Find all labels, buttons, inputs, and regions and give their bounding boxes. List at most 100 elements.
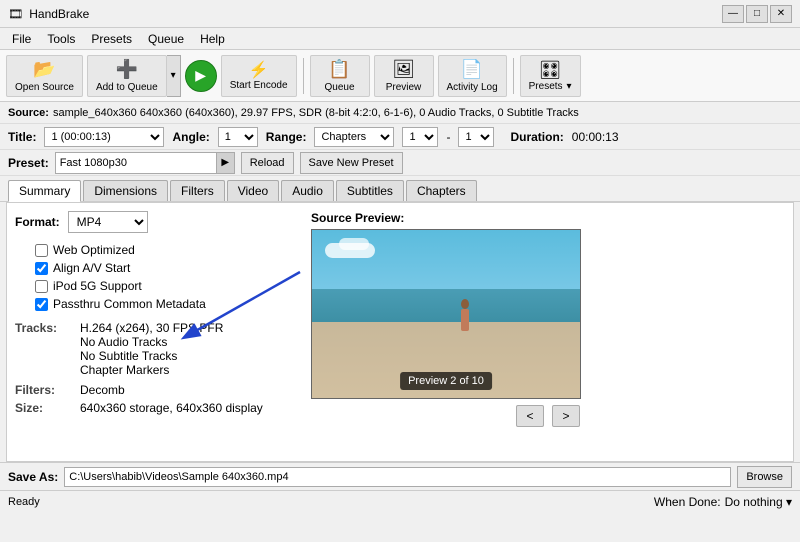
source-info-bar: Source: sample_640x360 640x360 (640x360)… (0, 102, 800, 124)
angle-select[interactable]: 1 (218, 127, 258, 147)
presets-icon: 🎛 (539, 60, 562, 81)
info-section: Tracks: H.264 (x264), 30 FPS PFR No Audi… (15, 321, 295, 415)
range-separator: - (446, 130, 450, 144)
presets-button[interactable]: 🎛 Presets ▾ (520, 55, 581, 97)
menu-queue[interactable]: Queue (140, 30, 192, 48)
app-title: HandBrake (29, 7, 89, 21)
when-done-label: When Done: (654, 495, 721, 509)
preview-nav: < > (311, 405, 785, 427)
tracks-values: H.264 (x264), 30 FPS PFR No Audio Tracks… (80, 321, 223, 377)
tabs-bar: Summary Dimensions Filters Video Audio S… (0, 176, 800, 202)
range-to-select[interactable]: 1 (458, 127, 494, 147)
meta-row: Title: 1 (00:00:13) Angle: 1 Range: Chap… (0, 124, 800, 150)
duration-value: 00:00:13 (572, 130, 619, 144)
checkbox-group: Web Optimized Align A/V Start iPod 5G Su… (35, 243, 295, 311)
right-panel: Source Preview: Preview 2 of 10 < (311, 211, 785, 453)
open-source-button[interactable]: 📂 Open Source (6, 55, 83, 97)
saveas-bar: Save As: Browse (0, 462, 800, 490)
align-av-checkbox[interactable] (35, 262, 48, 275)
start-encode-icon: ⚡ (249, 60, 269, 80)
title-select[interactable]: 1 (00:00:13) (44, 127, 164, 147)
status-bar: Ready When Done: Do nothing ▾ (0, 490, 800, 512)
tab-chapters[interactable]: Chapters (406, 180, 477, 201)
app-icon: 🎞 (8, 7, 23, 21)
tab-dimensions[interactable]: Dimensions (83, 180, 168, 201)
saveas-input[interactable] (64, 467, 731, 487)
title-bar: 🎞 HandBrake — □ ✕ (0, 0, 800, 28)
save-new-preset-button[interactable]: Save New Preset (300, 152, 403, 174)
menu-tools[interactable]: Tools (39, 30, 83, 48)
tab-audio[interactable]: Audio (281, 180, 334, 201)
left-panel: Format: MP4MKVWebM Web Optimized Align A… (15, 211, 295, 453)
range-from-select[interactable]: 1 (402, 127, 438, 147)
when-done-section: When Done: Do nothing ▾ (654, 495, 792, 509)
filters-value: Decomb (80, 383, 125, 397)
preview-container: Preview 2 of 10 (311, 229, 581, 399)
open-source-label: Open Source (15, 82, 74, 93)
status-text: Ready (8, 496, 40, 508)
checkbox-passthru: Passthru Common Metadata (35, 297, 295, 311)
format-row: Format: MP4MKVWebM (15, 211, 295, 233)
ipod-checkbox[interactable] (35, 280, 48, 293)
source-label: Source: (8, 107, 49, 119)
preview-button[interactable]: 🖼 Preview (374, 55, 434, 97)
add-queue-label: Add to Queue (96, 82, 158, 93)
checkbox-align-av: Align A/V Start (35, 261, 295, 275)
menu-file[interactable]: File (4, 30, 39, 48)
queue-button[interactable]: 📋 Queue (310, 55, 370, 97)
web-optimized-checkbox[interactable] (35, 244, 48, 257)
menu-bar: File Tools Presets Queue Help (0, 28, 800, 50)
queue-icon: 📋 (328, 59, 350, 80)
size-value: 640x360 storage, 640x360 display (80, 401, 263, 415)
preset-row: Preset: Fast 1080p30 ▶ Reload Save New P… (0, 150, 800, 176)
main-content: Format: MP4MKVWebM Web Optimized Align A… (6, 202, 794, 462)
activity-log-label: Activity Log (447, 82, 498, 93)
presets-label: Presets (529, 81, 563, 92)
passthru-checkbox[interactable] (35, 298, 48, 311)
maximize-button[interactable]: □ (746, 5, 768, 23)
preset-arrow-button[interactable]: ▶ (216, 153, 234, 173)
saveas-label: Save As: (8, 470, 58, 484)
size-label: Size: (15, 401, 80, 415)
tab-summary[interactable]: Summary (8, 180, 81, 202)
reload-button[interactable]: Reload (241, 152, 294, 174)
preview-prev-button[interactable]: < (516, 405, 544, 427)
preset-value: Fast 1080p30 (56, 157, 216, 169)
close-button[interactable]: ✕ (770, 5, 792, 23)
browse-button[interactable]: Browse (737, 466, 792, 488)
when-done-value[interactable]: Do nothing ▾ (725, 495, 792, 509)
start-encode-label: Start Encode (230, 80, 288, 91)
align-av-label: Align A/V Start (53, 261, 130, 275)
format-label: Format: (15, 215, 60, 229)
tab-video[interactable]: Video (227, 180, 279, 201)
size-row: Size: 640x360 storage, 640x360 display (15, 401, 295, 415)
tracks-label: Tracks: (15, 321, 80, 377)
format-select[interactable]: MP4MKVWebM (68, 211, 148, 233)
preview-badge: Preview 2 of 10 (400, 372, 492, 390)
minimize-button[interactable]: — (722, 5, 744, 23)
add-queue-dropdown[interactable]: ▾ (167, 55, 181, 97)
angle-label: Angle: (172, 130, 209, 144)
preset-label: Preset: (8, 156, 49, 170)
open-source-icon: 📂 (33, 59, 55, 80)
filters-label: Filters: (15, 383, 80, 397)
preview-next-button[interactable]: > (552, 405, 580, 427)
preview-icon: 🖼 (392, 59, 415, 80)
menu-help[interactable]: Help (192, 30, 233, 48)
range-label: Range: (266, 130, 307, 144)
tab-subtitles[interactable]: Subtitles (336, 180, 404, 201)
start-encode-button[interactable]: ⚡ Start Encode (221, 55, 297, 97)
range-type-select[interactable]: Chapters (314, 127, 394, 147)
tab-filters[interactable]: Filters (170, 180, 225, 201)
ipod-label: iPod 5G Support (53, 279, 142, 293)
add-queue-icon: ➕ (116, 59, 138, 80)
track-1: H.264 (x264), 30 FPS PFR (80, 321, 223, 335)
menu-presets[interactable]: Presets (83, 30, 140, 48)
add-to-queue-button[interactable]: ➕ Add to Queue (87, 55, 167, 97)
track-3: No Subtitle Tracks (80, 349, 223, 363)
queue-label: Queue (324, 82, 354, 93)
encode-play-button[interactable]: ▶ (185, 60, 217, 92)
activity-log-button[interactable]: 📄 Activity Log (438, 55, 507, 97)
track-4: Chapter Markers (80, 363, 223, 377)
duration-label: Duration: (510, 130, 563, 144)
